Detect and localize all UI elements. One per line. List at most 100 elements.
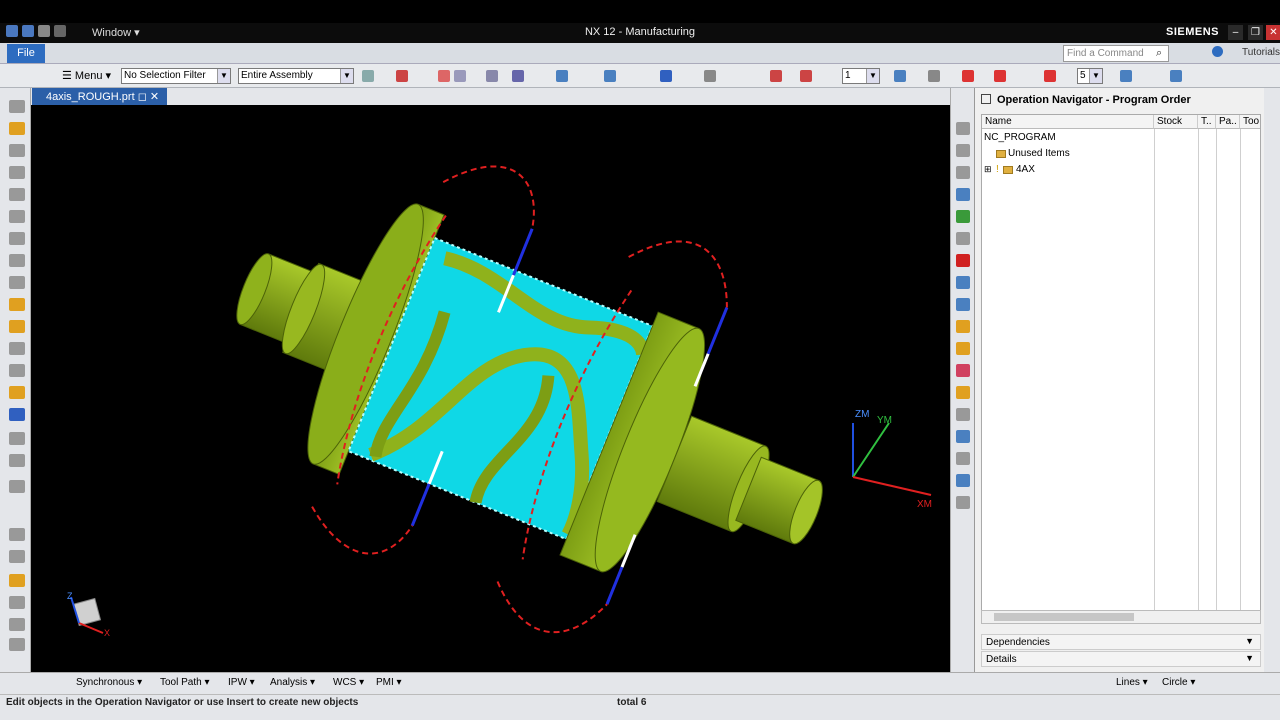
tree-row-4ax[interactable]: ⊞ ! 4AX (982, 162, 1260, 178)
wcs-menu[interactable]: WCS ▾ (333, 677, 364, 688)
listing-icon[interactable] (9, 408, 25, 421)
orient-view-icon[interactable] (556, 70, 568, 82)
roles-icon[interactable] (956, 386, 970, 399)
pmi-menu[interactable]: PMI ▾ (376, 677, 402, 688)
synchronous-menu[interactable]: Synchronous ▾ (76, 677, 142, 688)
copy-object-icon[interactable] (9, 232, 25, 245)
level-dropdown[interactable]: 1 ▼ (842, 68, 880, 84)
create-operation-icon[interactable] (9, 188, 25, 201)
sim-icon[interactable] (956, 474, 970, 487)
method-view-icon[interactable] (956, 210, 970, 223)
cylinder-icon[interactable] (956, 298, 970, 311)
tree-row-nc-program[interactable]: NC_PROGRAM (982, 130, 1260, 146)
analysis-menu[interactable]: Analysis ▾ (270, 677, 315, 688)
play-stop-icon[interactable] (1044, 70, 1056, 82)
graphics-viewport[interactable]: ZM YM XM X Z (31, 105, 950, 672)
tool-path-menu[interactable]: Tool Path ▾ (160, 677, 210, 688)
part-icon[interactable] (9, 276, 25, 289)
geometry-view-icon[interactable] (956, 188, 970, 201)
menu-button[interactable]: ☰ Menu ▾ (62, 69, 111, 82)
cube-icon[interactable] (956, 276, 970, 289)
verify-icon[interactable] (9, 386, 25, 399)
find-command-input[interactable]: Find a Command (1063, 45, 1169, 62)
grid-icon[interactable] (928, 70, 940, 82)
column-header-stock[interactable]: Stock (1154, 115, 1198, 129)
snap-point-icon[interactable] (396, 70, 408, 82)
component-icon[interactable] (9, 320, 25, 333)
feature-view-icon[interactable] (956, 364, 970, 377)
shop-doc-icon[interactable] (9, 454, 25, 467)
display-icon[interactable] (894, 70, 906, 82)
machine-icon[interactable] (9, 550, 25, 563)
play-first-icon[interactable] (962, 70, 974, 82)
ipw-menu[interactable]: IPW ▾ (228, 677, 255, 688)
csys-icon[interactable] (800, 70, 812, 82)
history-icon[interactable] (956, 408, 970, 421)
circle-menu[interactable]: Circle ▾ (1162, 677, 1195, 688)
column-header-path[interactable]: Pa.. (1216, 115, 1240, 129)
tool-library-icon[interactable] (9, 528, 25, 541)
close-button[interactable]: ✕ (1266, 25, 1280, 40)
snap-mid-icon[interactable] (454, 70, 466, 82)
edit-object-icon[interactable] (9, 210, 25, 223)
holder-icon[interactable] (9, 574, 25, 587)
postprocess-icon[interactable] (9, 432, 25, 445)
feature-icon[interactable] (9, 638, 25, 651)
document-tab[interactable]: 4axis_ROUGH.prt ◻ ✕ (32, 88, 168, 105)
search-icon[interactable]: ⌕ (1156, 47, 1162, 60)
reuse-icon[interactable] (956, 496, 970, 509)
palette-icon[interactable] (956, 452, 970, 465)
web-icon[interactable] (956, 430, 970, 443)
minimize-button[interactable]: – (1228, 25, 1243, 40)
play-back-icon[interactable] (994, 70, 1006, 82)
view-fit-icon[interactable] (512, 70, 524, 82)
column-header-name[interactable]: Name (982, 115, 1154, 129)
assembly-scope-dropdown[interactable]: Entire Assembly ▼ (238, 68, 354, 84)
generate-icon[interactable] (9, 342, 25, 355)
fixture-icon[interactable] (9, 596, 25, 609)
create-program-icon[interactable] (9, 100, 25, 113)
snap-end-icon[interactable] (438, 70, 450, 82)
create-method-icon[interactable] (9, 166, 25, 179)
column-header-tool[interactable]: Too (1240, 115, 1260, 129)
create-tool-icon[interactable] (9, 122, 25, 135)
measure-icon[interactable] (770, 70, 782, 82)
file-tab[interactable]: File (7, 44, 45, 63)
stop-icon[interactable] (956, 254, 970, 267)
program-view-icon[interactable] (956, 144, 970, 157)
blank-icon[interactable] (9, 618, 25, 631)
tutorials-link[interactable]: Tutorials (1242, 47, 1280, 58)
navigator-tool-icon[interactable] (956, 122, 970, 135)
create-geometry-icon[interactable] (9, 144, 25, 157)
select-tool-icon[interactable] (362, 70, 374, 82)
mfg-save-icon[interactable] (1170, 70, 1182, 82)
close-tab-icon[interactable]: ✕ (150, 91, 159, 103)
cut-object-icon[interactable] (9, 254, 25, 267)
column-header-tool-change[interactable]: T.. (1198, 115, 1216, 129)
clip-icon[interactable] (704, 70, 716, 82)
lines-menu[interactable]: Lines ▾ (1116, 677, 1148, 688)
horizontal-scrollbar[interactable] (981, 610, 1261, 624)
ipw-icon[interactable] (9, 480, 25, 493)
box-select-icon[interactable] (486, 70, 498, 82)
restore-button[interactable]: ❐ (1248, 25, 1263, 40)
dependencies-section[interactable]: Dependencies ▼ (981, 634, 1261, 650)
selection-filter-dropdown[interactable]: No Selection Filter ▼ (121, 68, 231, 84)
dock-checkbox-icon[interactable] (981, 94, 991, 104)
pin-icon[interactable]: ◻ (138, 91, 147, 103)
material-icon[interactable] (956, 320, 970, 333)
shaded-icon[interactable] (660, 70, 672, 82)
replay-icon[interactable] (9, 364, 25, 377)
machine-view-icon[interactable] (956, 166, 970, 179)
navigator-grid[interactable]: Name Stock T.. Pa.. Too NC_PROGRAM Unuse… (981, 114, 1261, 612)
ipw-view-icon[interactable] (956, 342, 970, 355)
machine-tool-icon[interactable] (956, 232, 970, 245)
render-style-icon[interactable] (604, 70, 616, 82)
tree-row-unused-items[interactable]: Unused Items (982, 146, 1260, 162)
details-section[interactable]: Details ▼ (981, 651, 1261, 667)
expand-icon[interactable]: ⊞ (984, 164, 992, 175)
count-dropdown[interactable]: 5 ▼ (1077, 68, 1103, 84)
scroll-thumb[interactable] (994, 613, 1134, 621)
help-icon[interactable] (1212, 46, 1223, 57)
mfg-icon[interactable] (1120, 70, 1132, 82)
